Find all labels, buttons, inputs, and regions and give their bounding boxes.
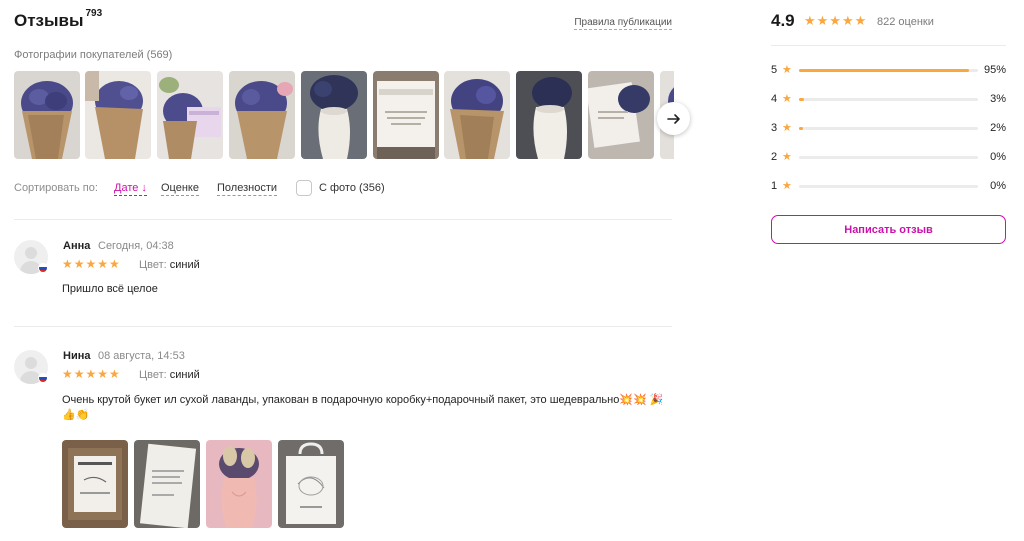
rating-bar-track bbox=[799, 69, 978, 72]
average-stars: ★★★★★ bbox=[804, 13, 868, 28]
divider bbox=[14, 326, 672, 327]
with-photo-label[interactable]: С фото (356) bbox=[319, 182, 385, 194]
rating-row-percent: 0% bbox=[990, 180, 1006, 192]
photos-next-button[interactable] bbox=[657, 102, 690, 135]
rating-row-percent: 95% bbox=[983, 64, 1006, 76]
customer-photo-thumb[interactable] bbox=[301, 71, 367, 159]
review-variant: Цвет: синий bbox=[139, 259, 200, 271]
variant-value: синий bbox=[169, 369, 200, 381]
star-icon: ★ bbox=[782, 180, 792, 192]
review-text: Пришло всё целое bbox=[62, 283, 158, 295]
divider bbox=[771, 45, 1006, 46]
variant-label: Цвет: bbox=[139, 259, 167, 271]
rating-row-percent: 0% bbox=[990, 151, 1006, 163]
reviews-header: Отзывы 793 Правила публикации bbox=[14, 0, 674, 40]
rating-row-star-number: 3 bbox=[771, 122, 778, 134]
sort-down-arrow-icon: ↓ bbox=[141, 182, 147, 194]
reviews-section: Отзывы 793 Правила публикации Фотографии … bbox=[14, 0, 690, 528]
sort-by-rating[interactable]: Оценке bbox=[161, 182, 199, 196]
star-icon: ★ bbox=[782, 122, 792, 134]
reviews-title: Отзывы 793 bbox=[14, 8, 103, 31]
customer-photos-label: Фотографии покупателей (569) bbox=[14, 49, 173, 61]
star-icon: ★ bbox=[782, 151, 792, 163]
star-icon: ★ bbox=[782, 93, 792, 105]
rating-header: 4.9 ★★★★★ 822 оценки bbox=[771, 11, 1006, 31]
customer-photo-thumb[interactable] bbox=[444, 71, 510, 159]
customer-photo-thumb[interactable] bbox=[85, 71, 151, 159]
rating-bar-track bbox=[799, 127, 978, 130]
average-rating: 4.9 bbox=[771, 11, 795, 30]
rating-row-star-number: 4 bbox=[771, 93, 778, 105]
star-icon: ★ bbox=[782, 64, 792, 76]
rating-bar-track bbox=[799, 98, 978, 101]
review-stars: ★★★★★ bbox=[62, 367, 121, 381]
customer-photo-thumb[interactable] bbox=[229, 71, 295, 159]
rating-row-5[interactable]: 5 ★ 95% bbox=[771, 64, 1006, 78]
rating-bar-track bbox=[799, 156, 978, 159]
rating-row-4[interactable]: 4 ★ 3% bbox=[771, 93, 1006, 107]
customer-photo-thumb[interactable] bbox=[516, 71, 582, 159]
review-date: 08 августа, 14:53 bbox=[98, 350, 185, 362]
review-variant: Цвет: синий bbox=[139, 369, 200, 381]
sort-bar: Сортировать по: Дате ↓ Оценке Полезности… bbox=[14, 180, 674, 198]
publication-rules-link[interactable]: Правила публикации bbox=[574, 17, 672, 30]
variant-value: синий bbox=[169, 259, 200, 271]
rating-row-percent: 3% bbox=[990, 93, 1006, 105]
review-photo[interactable] bbox=[62, 440, 128, 528]
review-item: Нина 08 августа, 14:53 ★★★★★ Цвет: синий… bbox=[14, 350, 674, 540]
sort-by-usefulness[interactable]: Полезности bbox=[217, 182, 277, 196]
write-review-button[interactable]: Написать отзыв bbox=[771, 215, 1006, 244]
rating-bar-fill bbox=[799, 69, 970, 72]
ratings-count: 822 оценки bbox=[877, 16, 934, 28]
sort-by-date[interactable]: Дате ↓ bbox=[114, 182, 147, 196]
arrow-right-icon bbox=[666, 113, 680, 124]
customer-photo-strip bbox=[14, 71, 674, 160]
reviewer-name: Нина bbox=[63, 350, 91, 362]
rating-bar-fill bbox=[799, 127, 803, 130]
rating-row-3[interactable]: 3 ★ 2% bbox=[771, 122, 1006, 136]
review-item: Анна Сегодня, 04:38 ★★★★★ Цвет: синий Пр… bbox=[14, 240, 674, 310]
rating-row-star-number: 5 bbox=[771, 64, 778, 76]
reviews-count: 793 bbox=[85, 8, 103, 20]
review-photo[interactable] bbox=[134, 440, 200, 528]
review-stars: ★★★★★ bbox=[62, 257, 121, 271]
with-photo-checkbox[interactable] bbox=[296, 180, 312, 196]
review-text: Очень крутой букет ил сухой лаванды, упа… bbox=[62, 394, 664, 421]
reviewer-name: Анна bbox=[63, 240, 91, 252]
rating-row-percent: 2% bbox=[990, 122, 1006, 134]
divider bbox=[14, 219, 672, 220]
customer-photo-thumb[interactable] bbox=[373, 71, 439, 159]
russia-flag-icon bbox=[38, 373, 48, 383]
sort-by-date-label: Дате bbox=[114, 182, 139, 194]
rating-row-star-number: 1 bbox=[771, 180, 778, 192]
rating-row-2[interactable]: 2 ★ 0% bbox=[771, 151, 1006, 165]
review-photo[interactable] bbox=[206, 440, 272, 528]
customer-photo-thumb[interactable] bbox=[14, 71, 80, 159]
customer-photo-thumb[interactable] bbox=[157, 71, 223, 159]
customer-photo-thumb[interactable] bbox=[588, 71, 654, 159]
reviews-title-text: Отзывы bbox=[14, 11, 84, 30]
russia-flag-icon bbox=[38, 263, 48, 273]
rating-row-star-number: 2 bbox=[771, 151, 778, 163]
review-date: Сегодня, 04:38 bbox=[98, 240, 174, 252]
variant-label: Цвет: bbox=[139, 369, 167, 381]
review-photo[interactable] bbox=[278, 440, 344, 528]
sort-label: Сортировать по: bbox=[14, 182, 98, 194]
rating-bar-fill bbox=[799, 98, 805, 101]
rating-row-1[interactable]: 1 ★ 0% bbox=[771, 180, 1006, 194]
rating-bar-track bbox=[799, 185, 978, 188]
